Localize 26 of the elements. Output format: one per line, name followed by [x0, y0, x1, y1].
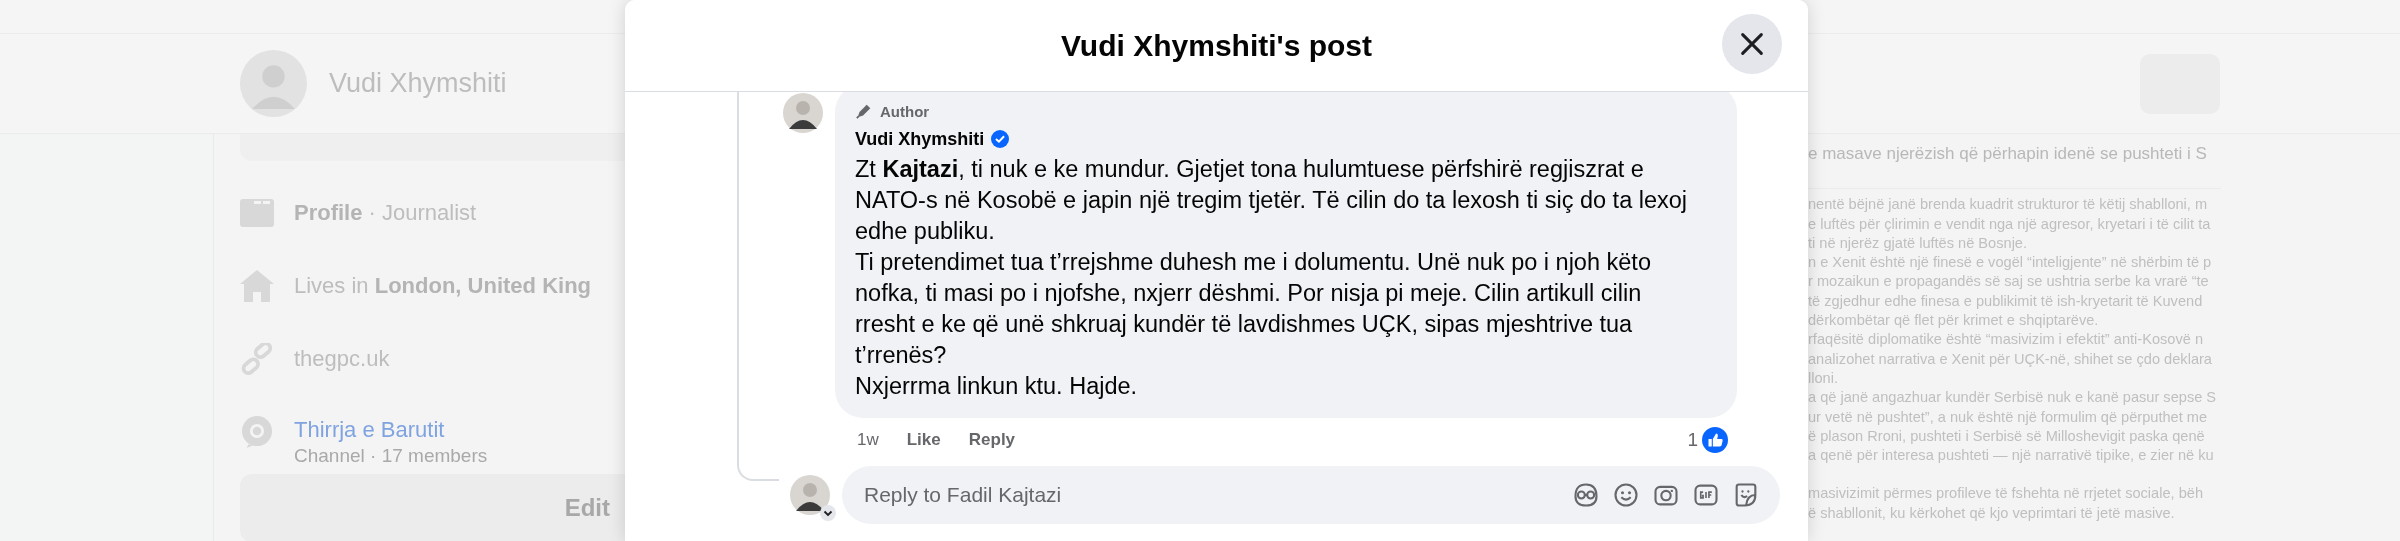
avatar[interactable]: [790, 475, 830, 515]
chevron-icon[interactable]: [820, 505, 836, 521]
card-icon: [240, 197, 274, 230]
pencil-icon: [855, 102, 873, 120]
author-label: Author: [880, 102, 930, 120]
channel-info: Channel · 17 members: [294, 443, 488, 468]
reply-field[interactable]: Reply to Fadil Kajtazi: [862, 482, 1560, 508]
comment-time[interactable]: 1w: [857, 430, 879, 450]
thumbs-up-icon[interactable]: [1702, 427, 1728, 453]
comment-action[interactable]: Reply: [968, 430, 1016, 450]
dialog-title: Vudi Xhymshiti's post: [1060, 28, 1373, 63]
comment-text: Zt Kajtazi, ti nuk e ke mundur. Gjetjet tona hulumtuese përfshirë regjiszrat e NATO-s në Kosobë e japin një tregim tjetër. Të cilin do ta lexosh ti siç do ta lexoj edhe publiku.: [855, 155, 1689, 246]
close-icon: [1738, 30, 1766, 58]
home-icon: [240, 270, 274, 303]
link-icon: [240, 343, 274, 376]
comment-action[interactable]: Like: [906, 430, 941, 450]
reaction-count[interactable]: 1: [1687, 429, 1698, 451]
glasses-face-icon[interactable]: [1572, 481, 1600, 509]
avatar[interactable]: [783, 93, 823, 133]
comment-text: Nxjerrma linkun ktu. Hajde.: [855, 372, 1139, 401]
commenter-name[interactable]: Vudi Xhymshiti: [855, 128, 985, 150]
comment-composer[interactable]: Reply to Fadil Kajtazi: [842, 466, 1780, 524]
smiley-icon[interactable]: [1612, 481, 1640, 509]
comment-text: Ti pretendimet tua t’rrejshme duhesh me i dolumentu. Unë nuk po i njoh këto nofka, ti masi po i njofshe, nxjerr dëshmi. Por nisja pi meje. Cilin artikull cilin rresht e ke që unë shkruaj kundër të lavdishmes UÇK, sipas mjeshtrive tua t’rrenës?: [855, 248, 1652, 370]
channel-icon: [240, 415, 274, 448]
avatar: [240, 50, 307, 117]
